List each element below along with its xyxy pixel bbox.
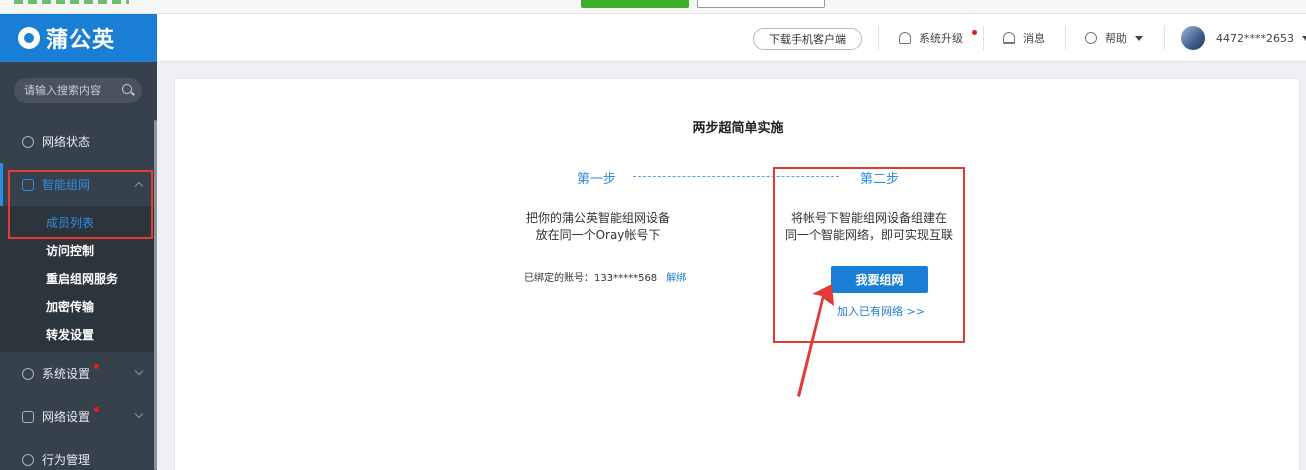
avatar — [1181, 26, 1205, 50]
header-divider — [983, 26, 984, 50]
chevron-down-icon — [134, 409, 144, 419]
step-one-desc-line: 放在同一个Oray帐号下 — [535, 228, 661, 242]
messages-label: 消息 — [1023, 32, 1045, 45]
page-title: 两步超简单实施 — [692, 121, 784, 136]
sidebar-search — [14, 78, 142, 103]
annotation-highlight-box — [8, 170, 153, 239]
annotation-highlight-box — [773, 167, 965, 343]
logo[interactable]: 蒲公英 — [0, 14, 157, 62]
top-header: 下载手机客户端 系统升级 消息 帮助 4472****2653 — [157, 14, 1306, 62]
browser-top-strip — [0, 0, 1306, 14]
account-menu[interactable]: 4472****2653 — [1181, 26, 1306, 50]
sidebar-subitem-encrypted-transfer[interactable]: 加密传输 — [0, 292, 154, 320]
account-label: 4472****2653 — [1216, 31, 1294, 45]
dandelion-logo-icon — [18, 27, 40, 49]
help-menu[interactable]: 帮助 — [1085, 30, 1143, 46]
browser-strip-white-button[interactable] — [697, 0, 825, 8]
chevron-down-icon — [134, 366, 144, 376]
bell-icon — [1003, 32, 1015, 44]
sidebar-item-label: 网络设置 — [42, 410, 91, 424]
logo-text: 蒲公英 — [46, 28, 116, 53]
sidebar-item-label: 系统设置 — [42, 367, 91, 381]
help-label: 帮助 — [1105, 32, 1127, 45]
bound-account-text: 已绑定的账号：133*****568 — [524, 273, 658, 284]
step-one-label: 第一步 — [577, 172, 617, 187]
unbind-link[interactable]: 解绑 — [666, 273, 686, 284]
notification-dot — [972, 30, 977, 35]
system-upgrade-label: 系统升级 — [919, 32, 963, 45]
sidebar-item-behavior-management[interactable]: 行为管理 — [0, 438, 154, 470]
sidebar-item-network-status[interactable]: 网络状态 — [0, 120, 154, 163]
rocket-icon — [899, 32, 911, 44]
sidebar-item-network-settings[interactable]: 网络设置 — [0, 395, 154, 438]
step-one-desc-line: 把你的蒲公英智能组网设备 — [525, 211, 670, 225]
notification-dot — [94, 407, 99, 412]
sidebar-item-system-settings[interactable]: 系统设置 — [0, 352, 154, 395]
document-icon — [22, 410, 34, 423]
sidebar: 蒲公英 网络状态 智能组网 成员列表 访问控制 重启组网服务 加密传输 转发设置… — [0, 14, 157, 470]
search-icon[interactable] — [122, 84, 132, 94]
caret-down-icon — [1302, 35, 1306, 41]
sidebar-subitem-access-control[interactable]: 访问控制 — [0, 236, 154, 264]
caret-down-icon — [1135, 35, 1143, 41]
sidebar-subitem-restart-service[interactable]: 重启组网服务 — [0, 264, 154, 292]
sidebar-item-label: 网络状态 — [42, 135, 91, 149]
step-one-description: 把你的蒲公英智能组网设备 放在同一个Oray帐号下 — [493, 210, 703, 244]
gear-icon — [22, 367, 34, 380]
globe-icon — [22, 135, 34, 148]
header-divider — [1065, 26, 1066, 50]
sidebar-item-label: 行为管理 — [42, 453, 91, 467]
messages-item[interactable]: 消息 — [1003, 30, 1045, 46]
header-divider — [878, 26, 879, 50]
browser-strip-fragment — [14, 0, 129, 4]
system-upgrade-item[interactable]: 系统升级 — [899, 30, 963, 46]
bound-account: 已绑定的账号：133*****568 解绑 — [524, 269, 686, 284]
help-icon — [1085, 32, 1097, 44]
download-client-button[interactable]: 下载手机客户端 — [753, 28, 862, 50]
notification-dot — [94, 364, 99, 369]
header-divider — [1164, 26, 1165, 50]
settings-icon — [22, 453, 34, 466]
sidebar-subitem-forwarding[interactable]: 转发设置 — [0, 320, 154, 348]
browser-strip-green-button[interactable] — [581, 0, 689, 8]
search-input[interactable] — [24, 84, 116, 97]
sidebar-scrollbar[interactable] — [154, 120, 157, 470]
main-card: 两步超简单实施 第一步 第二步 把你的蒲公英智能组网设备 放在同一个Oray帐号… — [174, 78, 1300, 470]
